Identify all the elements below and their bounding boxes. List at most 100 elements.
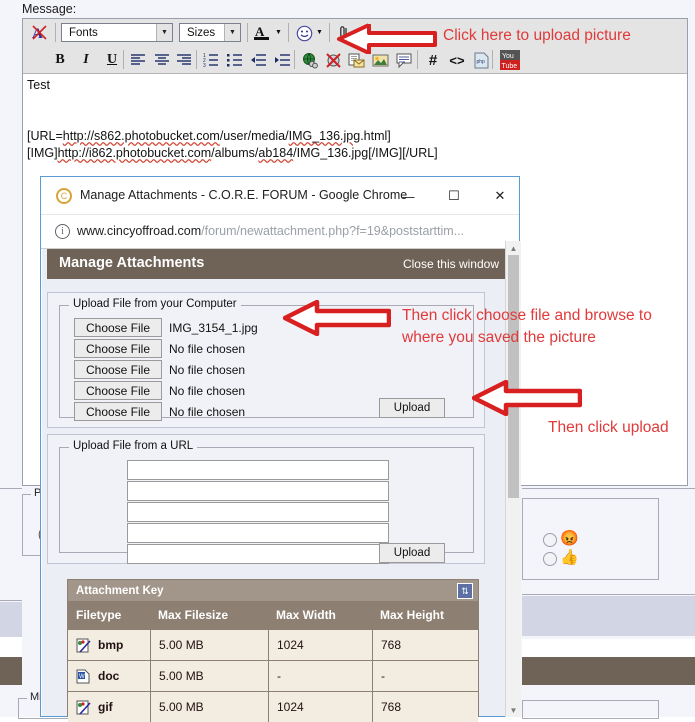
message-label: Message: <box>22 2 77 16</box>
underline-icon[interactable]: U <box>101 49 123 71</box>
annotation-then-click-upload: Then click upload <box>548 419 669 436</box>
minimize-button[interactable]: — <box>393 185 423 207</box>
upload-computer-button[interactable]: Upload <box>379 398 445 418</box>
youtube-icon[interactable]: You Tube <box>497 49 523 71</box>
word-file-icon: W <box>76 669 91 684</box>
svg-text:3: 3 <box>203 63 206 67</box>
php-icon[interactable]: php <box>470 49 492 71</box>
cell-height: - <box>372 661 478 691</box>
bottom-fieldset <box>522 700 659 719</box>
chrome-url-domain: www.cincyoffroad.com <box>77 224 202 238</box>
file-row: Choose File IMG_3154_1.jpg <box>74 318 258 337</box>
annotation-arrow-toolbar <box>337 24 437 54</box>
url-input-1[interactable] <box>127 460 389 480</box>
annotation-choose-file-line2: where you saved the picture <box>402 329 596 346</box>
smilie-icon[interactable] <box>293 22 315 44</box>
url-input-4[interactable] <box>127 523 389 543</box>
chevron-down-icon[interactable]: ▼ <box>274 29 283 36</box>
choose-file-button-4[interactable]: Choose File <box>74 381 162 400</box>
file-name-3: No file chosen <box>169 362 246 377</box>
column-header-width: Max Width <box>276 608 336 622</box>
table-row: W doc 5.00 MB - - <box>68 660 478 691</box>
font-color-icon[interactable]: A <box>251 22 273 44</box>
font-family-value: Fonts <box>69 26 98 39</box>
svg-text:W: W <box>79 674 85 680</box>
attachments-header-bar: Manage Attachments Close this window <box>47 249 509 279</box>
image-file-icon <box>76 638 91 653</box>
choose-file-button-1[interactable]: Choose File <box>74 318 162 337</box>
italic-icon[interactable]: I <box>75 49 97 71</box>
file-name-2: No file chosen <box>169 341 246 356</box>
outdent-icon[interactable] <box>248 49 270 71</box>
scroll-down-arrow[interactable]: ▼ <box>506 703 521 717</box>
chrome-title-bar[interactable]: C Manage Attachments - C.O.R.E. FORUM - … <box>41 177 519 215</box>
choose-file-button-3[interactable]: Choose File <box>74 360 162 379</box>
chevron-down-icon[interactable]: ▼ <box>224 24 240 41</box>
file-name-5: No file chosen <box>169 404 246 419</box>
font-family-select[interactable]: Fonts ▼ <box>61 23 173 42</box>
upload-url-button[interactable]: Upload <box>379 543 445 563</box>
file-row: Choose File No file chosen <box>74 381 245 400</box>
file-row: Choose File No file chosen <box>74 402 245 421</box>
choose-file-button-5[interactable]: Choose File <box>74 402 162 421</box>
chevron-down-icon[interactable]: ▼ <box>156 24 172 41</box>
attachment-key-title: Attachment Key <box>76 584 164 597</box>
chrome-address-bar[interactable]: i www.cincyoffroad.com/forum/newattachme… <box>41 215 519 249</box>
cell-height: 768 <box>372 630 478 660</box>
core-forum-favicon: C <box>56 188 72 204</box>
svg-text:Tube: Tube <box>502 63 518 70</box>
image-file-icon <box>76 700 91 715</box>
collapse-icon[interactable]: ⇅ <box>457 583 473 599</box>
align-left-icon[interactable] <box>127 49 149 71</box>
chrome-url-text: www.cincyoffroad.com/forum/newattachment… <box>77 224 464 238</box>
message-content: Test [URL=http://s862.photobucket.com/us… <box>27 77 438 162</box>
cell-width: 1024 <box>268 692 372 722</box>
remove-formatting-icon[interactable]: A <box>29 22 51 44</box>
upload-url-panel: Upload File from a URL Upload <box>47 434 485 564</box>
attachment-key-table: Attachment Key ⇅ Filetype Max Filesize M… <box>67 579 479 722</box>
code-icon[interactable]: <> <box>446 49 468 71</box>
cell-filesize: 5.00 MB <box>150 630 268 660</box>
annotation-arrow-choose-file <box>283 300 391 336</box>
choose-file-button-2[interactable]: Choose File <box>74 339 162 358</box>
cell-width: - <box>268 661 372 691</box>
rating-radio-angry[interactable] <box>543 533 557 547</box>
align-right-icon[interactable] <box>173 49 195 71</box>
site-info-icon[interactable]: i <box>55 224 70 239</box>
url-input-3[interactable] <box>127 502 389 522</box>
ordered-list-icon[interactable]: 123 <box>200 49 222 71</box>
font-size-select[interactable]: Sizes ▼ <box>179 23 241 42</box>
chevron-down-icon[interactable]: ▼ <box>315 29 324 36</box>
cell-width: 1024 <box>268 630 372 660</box>
chrome-url-path: /forum/newattachment.php?f=19&poststartt… <box>201 224 465 238</box>
message-line-url: [URL=http://s862.photobucket.com/user/me… <box>27 129 391 143</box>
cell-height: 768 <box>372 692 478 722</box>
table-row: bmp 5.00 MB 1024 768 <box>68 629 478 660</box>
column-header-filesize: Max Filesize <box>158 608 229 622</box>
close-button[interactable]: ✕ <box>485 185 515 207</box>
maximize-button[interactable]: ☐ <box>439 185 469 207</box>
annotation-arrow-upload <box>472 380 582 416</box>
column-header-height: Max Height <box>380 608 445 622</box>
url-input-2[interactable] <box>127 481 389 501</box>
svg-text:You: You <box>502 53 514 60</box>
unordered-list-icon[interactable] <box>224 49 246 71</box>
url-input-5[interactable] <box>127 544 389 564</box>
thumbs-up-emoticon: 👍 <box>560 549 579 566</box>
align-center-icon[interactable] <box>151 49 173 71</box>
close-this-window-link[interactable]: Close this window <box>403 257 499 271</box>
file-row: Choose File No file chosen <box>74 339 245 358</box>
cell-filetype: doc <box>98 669 120 683</box>
indent-icon[interactable] <box>272 49 294 71</box>
scrollbar-thumb[interactable] <box>508 255 519 498</box>
bold-icon[interactable]: B <box>49 49 71 71</box>
upload-url-legend: Upload File from a URL <box>69 440 198 452</box>
file-row: Choose File No file chosen <box>74 360 245 379</box>
attachment-key-header-row: Filetype Max Filesize Max Width Max Heig… <box>68 601 478 629</box>
column-header-filetype: Filetype <box>76 608 122 622</box>
scroll-up-arrow[interactable]: ▲ <box>506 241 521 255</box>
cell-filesize: 5.00 MB <box>150 661 268 691</box>
table-row: gif 5.00 MB 1024 768 <box>68 691 478 722</box>
insert-link-icon[interactable] <box>298 49 320 71</box>
rating-radio-thumbsup[interactable] <box>543 552 557 566</box>
